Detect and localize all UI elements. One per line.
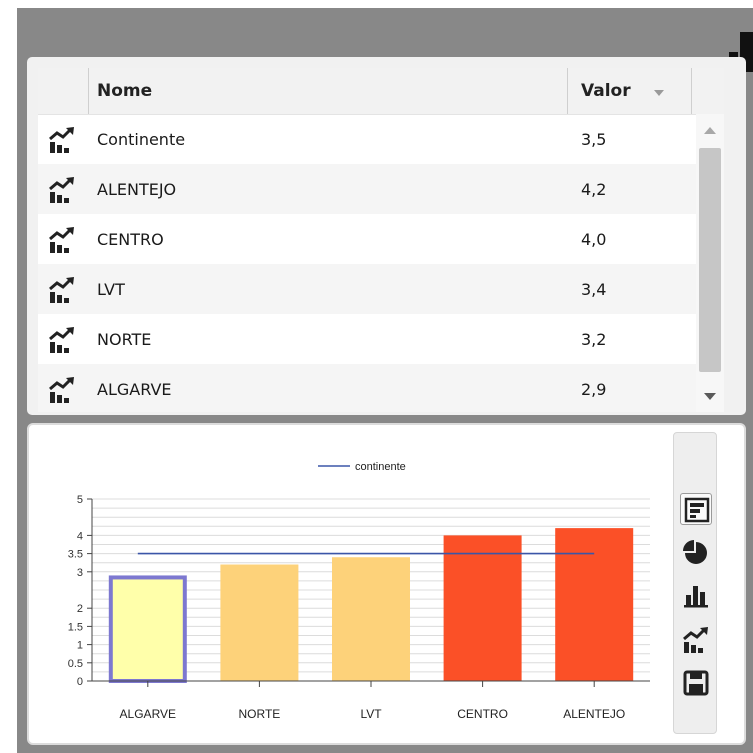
save-icon[interactable] [680, 667, 712, 699]
scroll-up-arrow-icon[interactable] [704, 127, 716, 134]
row-name: ALGARVE [97, 380, 172, 399]
line-bar-chart-icon[interactable] [680, 623, 712, 655]
chart-type-toolbar [673, 432, 717, 734]
x-tick-label: ALENTEJO [563, 707, 625, 721]
horizontal-bars-icon[interactable] [680, 493, 712, 525]
scroll-down-arrow-icon[interactable] [704, 393, 716, 400]
row-value: 2,9 [581, 380, 607, 399]
table-row[interactable]: Continente 3,5 [38, 114, 696, 164]
y-tick-label: 3 [77, 567, 83, 579]
line-bar-chart-icon[interactable] [48, 125, 76, 153]
y-tick-label: 0 [77, 676, 83, 688]
row-name: Continente [97, 130, 186, 149]
header-divider [567, 68, 568, 114]
x-tick-label: LVT [360, 707, 382, 721]
y-tick-label: 1.5 [68, 621, 83, 633]
y-tick-label: 0.5 [68, 658, 83, 670]
y-tick-label: 4 [77, 530, 83, 542]
table-row[interactable]: ALGARVE 2,9 [38, 364, 696, 412]
row-name: LVT [97, 280, 125, 299]
x-tick-label: NORTE [239, 707, 281, 721]
bar-alentejo[interactable] [555, 528, 634, 681]
region-bar-chart: 0 0.5 1 1.5 2 3 3.5 4 5 ALGARVE NORTE LVT CENTRO ALEN… [68, 461, 650, 721]
sort-descending-icon[interactable] [654, 90, 664, 96]
column-header-nome[interactable]: Nome [97, 81, 152, 101]
line-bar-chart-icon[interactable] [48, 275, 76, 303]
table-row[interactable]: CENTRO 4,0 [38, 214, 696, 264]
table-header: Nome Valor [38, 68, 724, 115]
column-header-valor[interactable]: Valor [581, 81, 631, 101]
y-tick-label: 2 [77, 603, 83, 615]
line-bar-chart-icon[interactable] [48, 375, 76, 403]
row-name: CENTRO [97, 230, 164, 249]
table-row[interactable]: LVT 3,4 [38, 264, 696, 314]
bar-algarve[interactable] [108, 575, 187, 683]
table-row[interactable]: ALENTEJO 4,2 [38, 164, 696, 214]
vertical-scrollbar[interactable] [696, 114, 724, 412]
data-table: Nome Valor Continente 3,5 ALENTEJO 4,2 CENTR… [38, 68, 724, 412]
pie-chart-icon[interactable] [680, 537, 712, 569]
line-bar-chart-icon[interactable] [48, 325, 76, 353]
row-value: 3,5 [581, 130, 607, 149]
row-value: 3,2 [581, 330, 607, 349]
legend-label: continente [355, 461, 406, 473]
y-tick-label: 1 [77, 640, 83, 652]
x-tick-label: CENTRO [457, 707, 508, 721]
bar-norte[interactable] [220, 564, 299, 681]
row-value: 4,0 [581, 230, 607, 249]
row-value: 3,4 [581, 280, 607, 299]
row-value: 4,2 [581, 180, 607, 199]
row-name: ALENTEJO [97, 180, 177, 199]
header-divider [88, 68, 89, 114]
bar-lvt[interactable] [332, 557, 410, 681]
table-row[interactable]: NORTE 3,2 [38, 314, 696, 364]
bar-centro[interactable] [443, 535, 522, 681]
row-name: NORTE [97, 330, 152, 349]
bar-chart-icon[interactable] [680, 579, 712, 611]
line-bar-chart-icon[interactable] [48, 225, 76, 253]
header-divider [691, 68, 692, 114]
line-bar-chart-icon[interactable] [48, 175, 76, 203]
y-tick-label: 3.5 [68, 549, 83, 561]
scrollbar-thumb[interactable] [699, 148, 721, 372]
x-tick-label: ALGARVE [120, 707, 176, 721]
y-tick-label: 5 [77, 494, 83, 506]
